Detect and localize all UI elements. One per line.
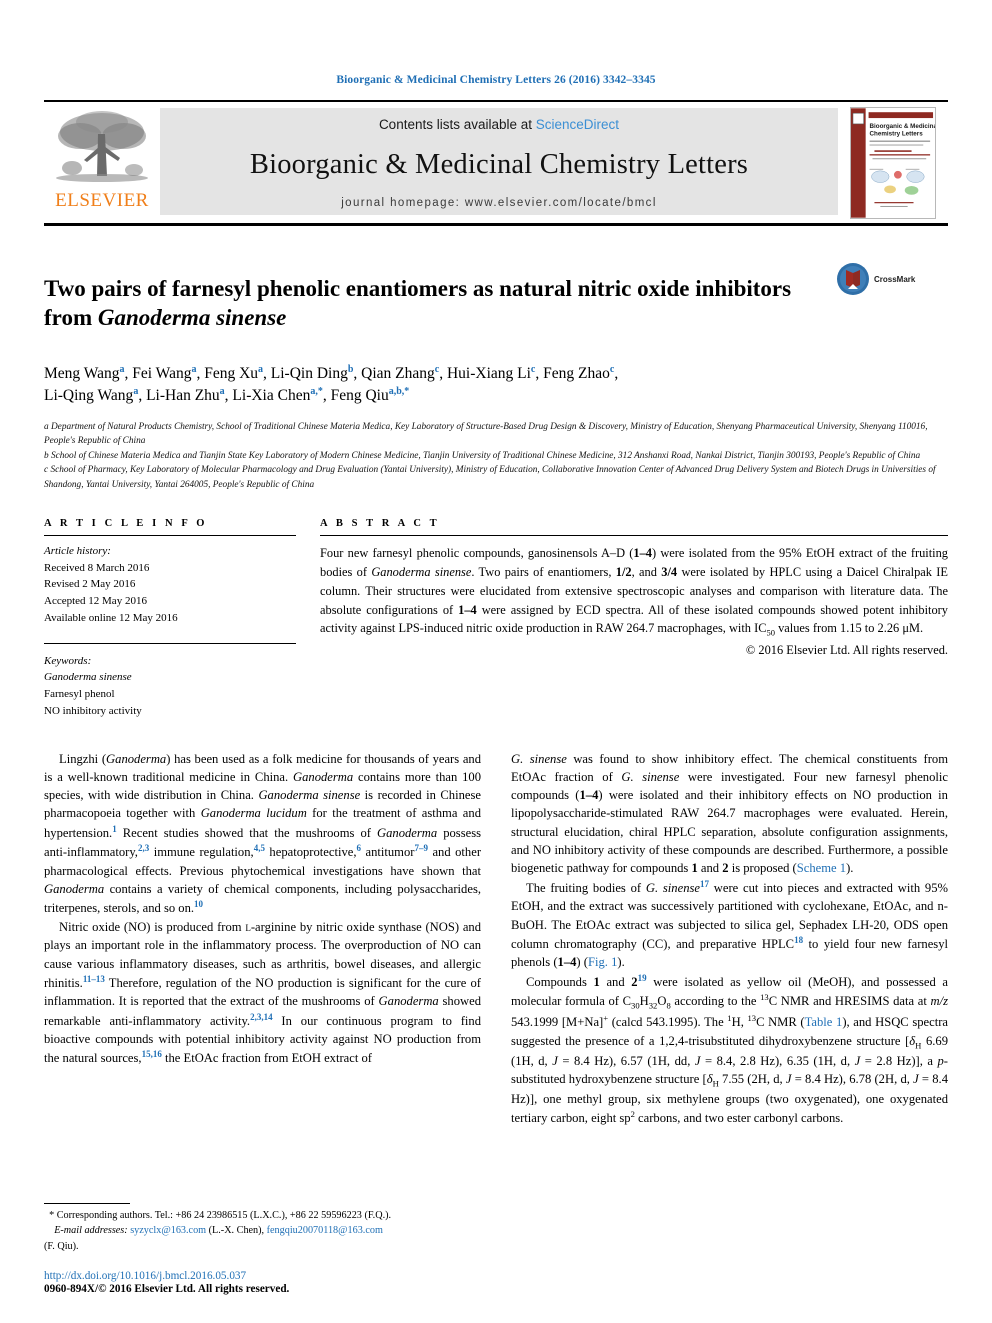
author-affil-marker: a,* [310, 386, 323, 398]
keyword-item: NO inhibitory activity [44, 704, 142, 717]
author-affil-marker: a [191, 363, 197, 375]
doi-block: http://dx.doi.org/10.1016/j.bmcl.2016.05… [44, 1270, 474, 1295]
article-info-heading: A R T I C L E I N F O [44, 518, 208, 530]
author-affil-marker: a [258, 363, 264, 375]
article-info-column: A R T I C L E I N F O Article history: R… [44, 518, 296, 719]
abstract-column: A B S T R A C T Four new farnesyl phenol… [320, 518, 948, 719]
title-species: Ganoderma sinense [97, 305, 287, 331]
footnote-area: * Corresponding authors. Tel.: +86 24 23… [44, 1203, 474, 1295]
paragraph: G. sinense was found to show inhibitory … [511, 751, 948, 876]
keyword-item: Ganoderma sinense [44, 671, 132, 684]
paper-page: Bioorganic & Medicinal Chemistry Letters… [0, 0, 992, 1323]
elsevier-tree-icon [56, 111, 148, 182]
article-history: Article history: Received 8 March 2016 R… [44, 536, 296, 627]
corresponding-text: * Corresponding authors. Tel.: +86 24 23… [49, 1210, 392, 1222]
figure-link[interactable]: Fig. 1 [588, 955, 617, 969]
keywords-label: Keywords: [44, 654, 92, 667]
journal-cover-block: Bioorganic & Medicinal Chemistry Letters [838, 102, 948, 223]
email-owner-2: (F. Qiu). [44, 1240, 79, 1252]
paragraph: Lingzhi (Ganoderma) has been used as a f… [44, 751, 482, 916]
author-affil-marker: c [530, 363, 536, 375]
contents-line: Contents lists available at ScienceDirec… [379, 117, 619, 132]
crossmark-label: CrossMark [874, 274, 916, 284]
journal-masthead: ELSEVIER Contents lists available at Sci… [44, 100, 948, 226]
crossmark-badge[interactable]: CrossMark [836, 260, 948, 296]
elsevier-wordmark: ELSEVIER [55, 190, 149, 211]
author-affil-marker: c [609, 363, 615, 375]
author-affil-marker: a [119, 363, 125, 375]
affiliation-a: a Department of Natural Products Chemist… [44, 422, 928, 447]
paragraph: Compounds 1 and 219 were isolated as yel… [511, 972, 949, 1126]
keyword-item: Farnesyl phenol [44, 688, 115, 701]
title-row: Two pairs of farnesyl phenolic enantiome… [44, 260, 948, 349]
body-columns: Lingzhi (Ganoderma) has been used as a f… [44, 750, 948, 1250]
keywords-block: Keywords: Ganoderma sinense Farnesyl phe… [44, 644, 296, 720]
paragraph: The fruiting bodies of G. sinense17 were… [511, 878, 948, 970]
history-online: Available online 12 May 2016 [44, 611, 178, 624]
email-label: E-mail addresses: [54, 1225, 128, 1237]
info-abstract-section: A R T I C L E I N F O Article history: R… [44, 518, 948, 719]
elsevier-logo: ELSEVIER [44, 102, 160, 223]
contents-prefix: Contents lists available at [378, 117, 536, 132]
footnote-divider [44, 1203, 130, 1205]
journal-cover-thumbnail: Bioorganic & Medicinal Chemistry Letters [850, 106, 936, 219]
author-affil-marker: a [219, 386, 225, 398]
history-revised: Revised 2 May 2016 [44, 578, 136, 591]
body-right-column: G. sinense was found to show inhibitory … [511, 750, 948, 1250]
abstract-copyright: © 2016 Elsevier Ltd. All rights reserved… [745, 642, 948, 657]
email-owner-1: (L.-X. Chen), [208, 1225, 265, 1237]
history-accepted: Accepted 12 May 2016 [44, 595, 147, 608]
author-list: Meng Wanga, Fei Wanga, Feng Xua, Li-Qin … [44, 363, 619, 405]
scheme-link[interactable]: Scheme 1 [797, 861, 846, 875]
svg-text:Chemistry Letters: Chemistry Letters [870, 130, 924, 137]
history-received: Received 8 March 2016 [44, 561, 150, 574]
masthead-center: Contents lists available at ScienceDirec… [160, 108, 838, 215]
email-link-2[interactable]: fengqiu20070118@163.com [267, 1225, 383, 1236]
author-affil-marker: c [434, 363, 440, 375]
doi-link[interactable]: http://dx.doi.org/10.1016/j.bmcl.2016.05… [44, 1270, 474, 1282]
affiliation-c: c School of Pharmacy, Key Laboratory of … [44, 465, 936, 490]
abstract-heading: A B S T R A C T [320, 518, 440, 530]
author-affil-marker: a,b,* [388, 386, 410, 398]
abstract-text: Four new farnesyl phenolic compounds, ga… [320, 546, 949, 638]
corresponding-author-note: * Corresponding authors. Tel.: +86 24 23… [44, 1208, 474, 1254]
author-affil-marker: b [347, 363, 354, 375]
author-affil-marker: a [133, 386, 139, 398]
journal-title: Bioorganic & Medicinal Chemistry Letters [249, 148, 749, 180]
crossmark-icon [837, 263, 869, 295]
page-title: Two pairs of farnesyl phenolic enantiome… [44, 275, 836, 333]
article-history-label: Article history: [44, 545, 111, 558]
svg-text:Bioorganic & Medicinal: Bioorganic & Medicinal [870, 122, 936, 129]
sciencedirect-link[interactable]: ScienceDirect [536, 117, 619, 132]
affiliation-list: a Department of Natural Products Chemist… [44, 420, 948, 492]
body-left-column: Lingzhi (Ganoderma) has been used as a f… [44, 750, 481, 1250]
paragraph: Nitric oxide (NO) is produced from l-arg… [44, 919, 482, 1066]
journal-homepage[interactable]: journal homepage: www.elsevier.com/locat… [341, 197, 657, 209]
table-link[interactable]: Table 1 [805, 1016, 843, 1030]
running-head: Bioorganic & Medicinal Chemistry Letters… [336, 74, 656, 86]
email-link-1[interactable]: syzyclx@163.com [130, 1225, 206, 1236]
issn-copyright: 0960-894X/© 2016 Elsevier Ltd. All right… [44, 1283, 290, 1295]
affiliation-b: b School of Chinese Materia Medica and T… [44, 450, 921, 461]
